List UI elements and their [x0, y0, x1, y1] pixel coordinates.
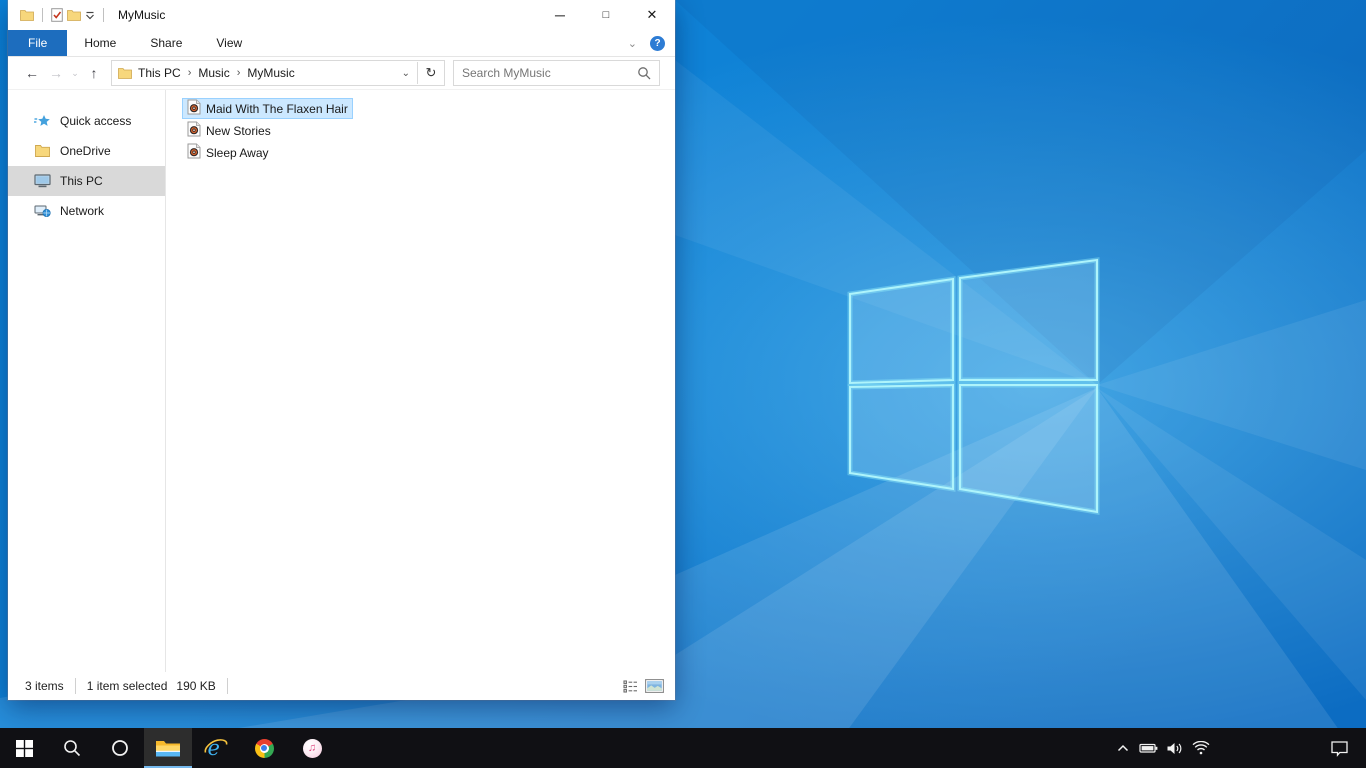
- thumbnails-view-button[interactable]: [642, 675, 666, 697]
- address-dropdown-chevron-icon[interactable]: ⌄: [395, 68, 417, 79]
- internet-explorer-taskbar-button[interactable]: e: [192, 728, 240, 768]
- minimize-button[interactable]: ─: [537, 0, 583, 30]
- network-icon: [34, 204, 51, 218]
- hidden-icons-chevron-icon[interactable]: [1110, 741, 1136, 755]
- file-item-sleep-away[interactable]: Sleep Away: [182, 142, 274, 163]
- taskbar: e ♫: [0, 728, 1366, 768]
- sidebar-item-onedrive[interactable]: OneDrive: [8, 136, 165, 166]
- file-explorer-taskbar-button[interactable]: [144, 728, 192, 768]
- action-center-icon[interactable]: [1326, 740, 1352, 757]
- forward-button[interactable]: →: [44, 61, 68, 85]
- volume-icon[interactable]: [1162, 741, 1188, 756]
- up-button[interactable]: ↑: [82, 61, 106, 85]
- search-icon: [64, 740, 81, 757]
- tab-view[interactable]: View: [199, 30, 259, 56]
- file-explorer-icon: [156, 741, 180, 757]
- breadcrumb-mymusic[interactable]: MyMusic: [245, 66, 296, 80]
- window-title: MyMusic: [118, 8, 166, 22]
- address-folder-icon: [118, 67, 132, 79]
- window-body: Quick access OneDrive This PC Network Ma…: [8, 90, 675, 672]
- file-item-maid-with-the-flaxen-hair[interactable]: Maid With The Flaxen Hair: [182, 98, 353, 119]
- maximize-button[interactable]: □: [583, 0, 629, 30]
- search-input[interactable]: [454, 66, 637, 80]
- cortana-button[interactable]: [96, 728, 144, 768]
- this-pc-icon: [34, 174, 51, 188]
- sidebar-item-network[interactable]: Network: [8, 196, 165, 226]
- tab-share[interactable]: Share: [133, 30, 199, 56]
- close-button[interactable]: ✕: [629, 0, 675, 30]
- quick-access-star-icon: [34, 114, 51, 129]
- sidebar-item-label: OneDrive: [60, 144, 111, 158]
- titlebar-separator: [42, 8, 43, 22]
- sidebar-item-label: Network: [60, 204, 105, 218]
- details-view-button[interactable]: [618, 675, 642, 697]
- taskbar-search-button[interactable]: [48, 728, 96, 768]
- address-bar[interactable]: This PC › Music › MyMusic ⌄ ↻: [111, 60, 445, 86]
- internet-explorer-icon: e: [204, 736, 228, 760]
- selection-count: 1 item selected: [86, 679, 168, 693]
- tab-file[interactable]: File: [8, 30, 68, 56]
- itunes-taskbar-button[interactable]: ♫: [288, 728, 336, 768]
- file-name: Sleep Away: [206, 145, 269, 160]
- recent-locations-chevron-icon[interactable]: ⌄: [68, 61, 82, 85]
- titlebar[interactable]: MyMusic ─ □ ✕: [8, 0, 675, 30]
- sidebar-item-label: Quick access: [60, 114, 132, 128]
- titlebar-separator: [103, 8, 104, 22]
- qat-properties-button[interactable]: [49, 8, 65, 22]
- file-name: New Stories: [206, 123, 271, 138]
- sidebar-item-label: This PC: [60, 174, 103, 188]
- ribbon-collapse-chevron-icon[interactable]: ⌄: [628, 37, 637, 50]
- chrome-taskbar-button[interactable]: [240, 728, 288, 768]
- search-box[interactable]: [453, 60, 660, 86]
- music-file-icon: [187, 143, 201, 162]
- status-divider: [74, 678, 76, 694]
- window-folder-icon: [18, 9, 36, 21]
- breadcrumb-separator-icon: ›: [236, 67, 241, 79]
- refresh-icon[interactable]: ↻: [418, 65, 444, 81]
- sidebar-item-this-pc[interactable]: This PC: [8, 166, 165, 196]
- explorer-window: MyMusic ─ □ ✕ File Home Share View ⌄ ? ←…: [8, 0, 675, 700]
- status-divider: [226, 678, 228, 694]
- breadcrumb-this-pc[interactable]: This PC: [136, 66, 183, 80]
- qat-customize-dropdown[interactable]: [83, 11, 97, 20]
- tab-home[interactable]: Home: [67, 30, 133, 56]
- music-file-icon: [187, 99, 201, 118]
- sidebar-item-quick-access[interactable]: Quick access: [8, 106, 165, 136]
- navigation-pane: Quick access OneDrive This PC Network: [8, 90, 166, 672]
- start-button[interactable]: [0, 728, 48, 768]
- file-item-new-stories[interactable]: New Stories: [182, 120, 276, 141]
- battery-icon[interactable]: [1136, 741, 1162, 755]
- search-icon[interactable]: [637, 66, 651, 80]
- breadcrumb-music[interactable]: Music: [196, 66, 231, 80]
- itunes-icon: ♫: [302, 738, 322, 758]
- file-name: Maid With The Flaxen Hair: [206, 101, 348, 116]
- windows-start-icon: [15, 739, 33, 757]
- back-button[interactable]: ←: [20, 61, 44, 85]
- breadcrumb-separator-icon: ›: [187, 67, 192, 79]
- desktop: MyMusic ─ □ ✕ File Home Share View ⌄ ? ←…: [0, 0, 1366, 768]
- onedrive-folder-icon: [34, 144, 51, 158]
- ribbon-tabs: File Home Share View ⌄ ?: [8, 30, 675, 57]
- help-icon[interactable]: ?: [650, 35, 665, 51]
- music-file-icon: [187, 121, 201, 140]
- status-bar: 3 items 1 item selected 190 KB: [8, 672, 675, 700]
- items-count: 3 items: [25, 679, 64, 693]
- navigation-toolbar: ← → ⌄ ↑ This PC › Music › MyMusic ⌄ ↻: [8, 57, 675, 90]
- selection-size: 190 KB: [176, 679, 216, 693]
- cortana-icon: [112, 740, 128, 756]
- qat-new-folder-button[interactable]: [65, 9, 83, 21]
- file-list[interactable]: Maid With The Flaxen Hair New Stories Sl…: [166, 90, 675, 672]
- system-tray: [1110, 728, 1366, 768]
- chrome-icon: [254, 738, 274, 758]
- wifi-icon[interactable]: [1188, 741, 1214, 755]
